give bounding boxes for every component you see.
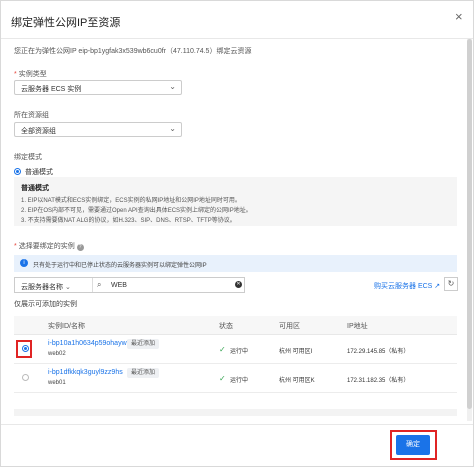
resource-group-value: 全部资源组 [21, 128, 56, 135]
zone-text: 杭州 可用区K [279, 378, 315, 384]
table-row[interactable]: i-bp10a1h0634p59ohayw5 web02 最近添加 ✓ 运行中 … [14, 335, 457, 364]
search-icon: ⌕ [97, 280, 102, 289]
mode-box-title: 普通模式 [21, 185, 49, 192]
instance-type-value: 云服务器 ECS 实例 [21, 86, 82, 93]
binding-mode-radio[interactable] [14, 168, 21, 175]
instance-search: 云服务器名称 ⌄ ⌕ WEB ✕ [14, 277, 245, 293]
col-header-ip: IP地址 [347, 323, 368, 330]
instance-name: web01 [48, 380, 66, 386]
ip-text: 172.31.182.35（私有） [347, 378, 410, 384]
vertical-scrollbar[interactable] [467, 39, 472, 421]
dialog-title: 绑定弹性公网IP至资源 [11, 17, 121, 29]
running-check-icon: ✓ [219, 345, 226, 354]
highlight-box [16, 340, 32, 358]
binding-mode-label: 绑定模式 [14, 154, 42, 161]
close-icon[interactable]: × [455, 9, 463, 24]
bind-eip-dialog: 绑定弹性公网IP至资源 × 您正在为弹性公网IP eip-bp1ygfak3x5… [0, 0, 474, 467]
instance-type-label: * 实例类型 [14, 71, 47, 78]
info-icon: i [20, 259, 28, 267]
show-bindable-toggle[interactable]: 仅展示可添加的实例 [14, 299, 77, 309]
recent-tag: 最近添加 [127, 339, 160, 349]
table-row[interactable]: i-bp1dfkkqk3guyl9zz9hs web01 最近添加 ✓ 运行中 … [14, 364, 457, 393]
refresh-button[interactable]: ↻ [444, 277, 458, 291]
buy-ecs-link[interactable]: 购买云服务器 ECS ↗ [374, 281, 440, 291]
recent-tag: 最近添加 [127, 368, 160, 378]
info-banner: i 只有处于运行中和已停止状态的云服务器实例可以绑定弹性公网IP [14, 255, 457, 272]
highlight-box [390, 430, 437, 460]
select-instance-label: * 选择要绑定的实例 ? [14, 241, 84, 251]
chevron-down-icon: ⌄ [169, 124, 176, 133]
binding-mode-description: 普通模式 1. EIP以NAT模式和ECS实例绑定，ECS实例的私网IP地址和公… [14, 177, 457, 226]
scrollbar-thumb[interactable] [467, 39, 472, 409]
mode-note: 2. EIP在OS内部不可见，需要通过Open API查询出具体ECS实例上绑定… [21, 208, 252, 214]
running-check-icon: ✓ [219, 374, 226, 383]
row-select-radio[interactable] [22, 374, 29, 381]
chevron-down-icon: ⌄ [169, 82, 176, 91]
mode-note: 3. 不支持需要做NAT ALG的协议，如H.323、SIP、DNS、RTSP、… [21, 218, 236, 224]
horizontal-scrollbar[interactable] [14, 409, 457, 416]
mode-note: 1. EIP以NAT模式和ECS实例绑定，ECS实例的私网IP地址和公网IP地址… [21, 198, 241, 204]
info-text: 只有处于运行中和已停止状态的云服务器实例可以绑定弹性公网IP [33, 263, 207, 269]
header-divider [1, 38, 473, 39]
col-header-id: 实例ID/名称 [48, 323, 85, 330]
search-input[interactable]: WEB [111, 282, 127, 289]
binding-mode-option: 普通模式 [25, 169, 53, 176]
instance-name: web02 [48, 351, 66, 357]
resource-group-select[interactable]: 全部资源组 ⌄ [14, 122, 182, 137]
help-icon[interactable]: ? [76, 244, 84, 251]
col-header-zone: 可用区 [279, 323, 300, 330]
zone-text: 杭州 可用区I [279, 349, 313, 355]
search-divider [92, 278, 93, 292]
instance-id-link[interactable]: i-bp10a1h0634p59ohayw5 [48, 340, 131, 347]
table-header: 实例ID/名称 状态 可用区 IP地址 [14, 316, 457, 335]
ip-text: 172.29.145.85（私有） [347, 349, 410, 355]
status-text: 运行中 [230, 349, 249, 355]
instance-type-select[interactable]: 云服务器 ECS 实例 ⌄ [14, 80, 182, 95]
status-text: 运行中 [230, 378, 249, 384]
binding-description: 您正在为弹性公网IP eip-bp1ygfak3x539wb6cu0fr（47.… [14, 48, 252, 55]
col-header-status: 状态 [219, 323, 233, 330]
footer-divider [1, 424, 473, 425]
instance-id-link[interactable]: i-bp1dfkkqk3guyl9zz9hs [48, 369, 123, 376]
clear-icon[interactable]: ✕ [235, 281, 242, 288]
external-link-icon: ↗ [434, 283, 441, 290]
search-field-select[interactable]: 云服务器名称 ⌄ [21, 282, 71, 292]
resource-group-label: 所在资源组 [14, 112, 49, 119]
